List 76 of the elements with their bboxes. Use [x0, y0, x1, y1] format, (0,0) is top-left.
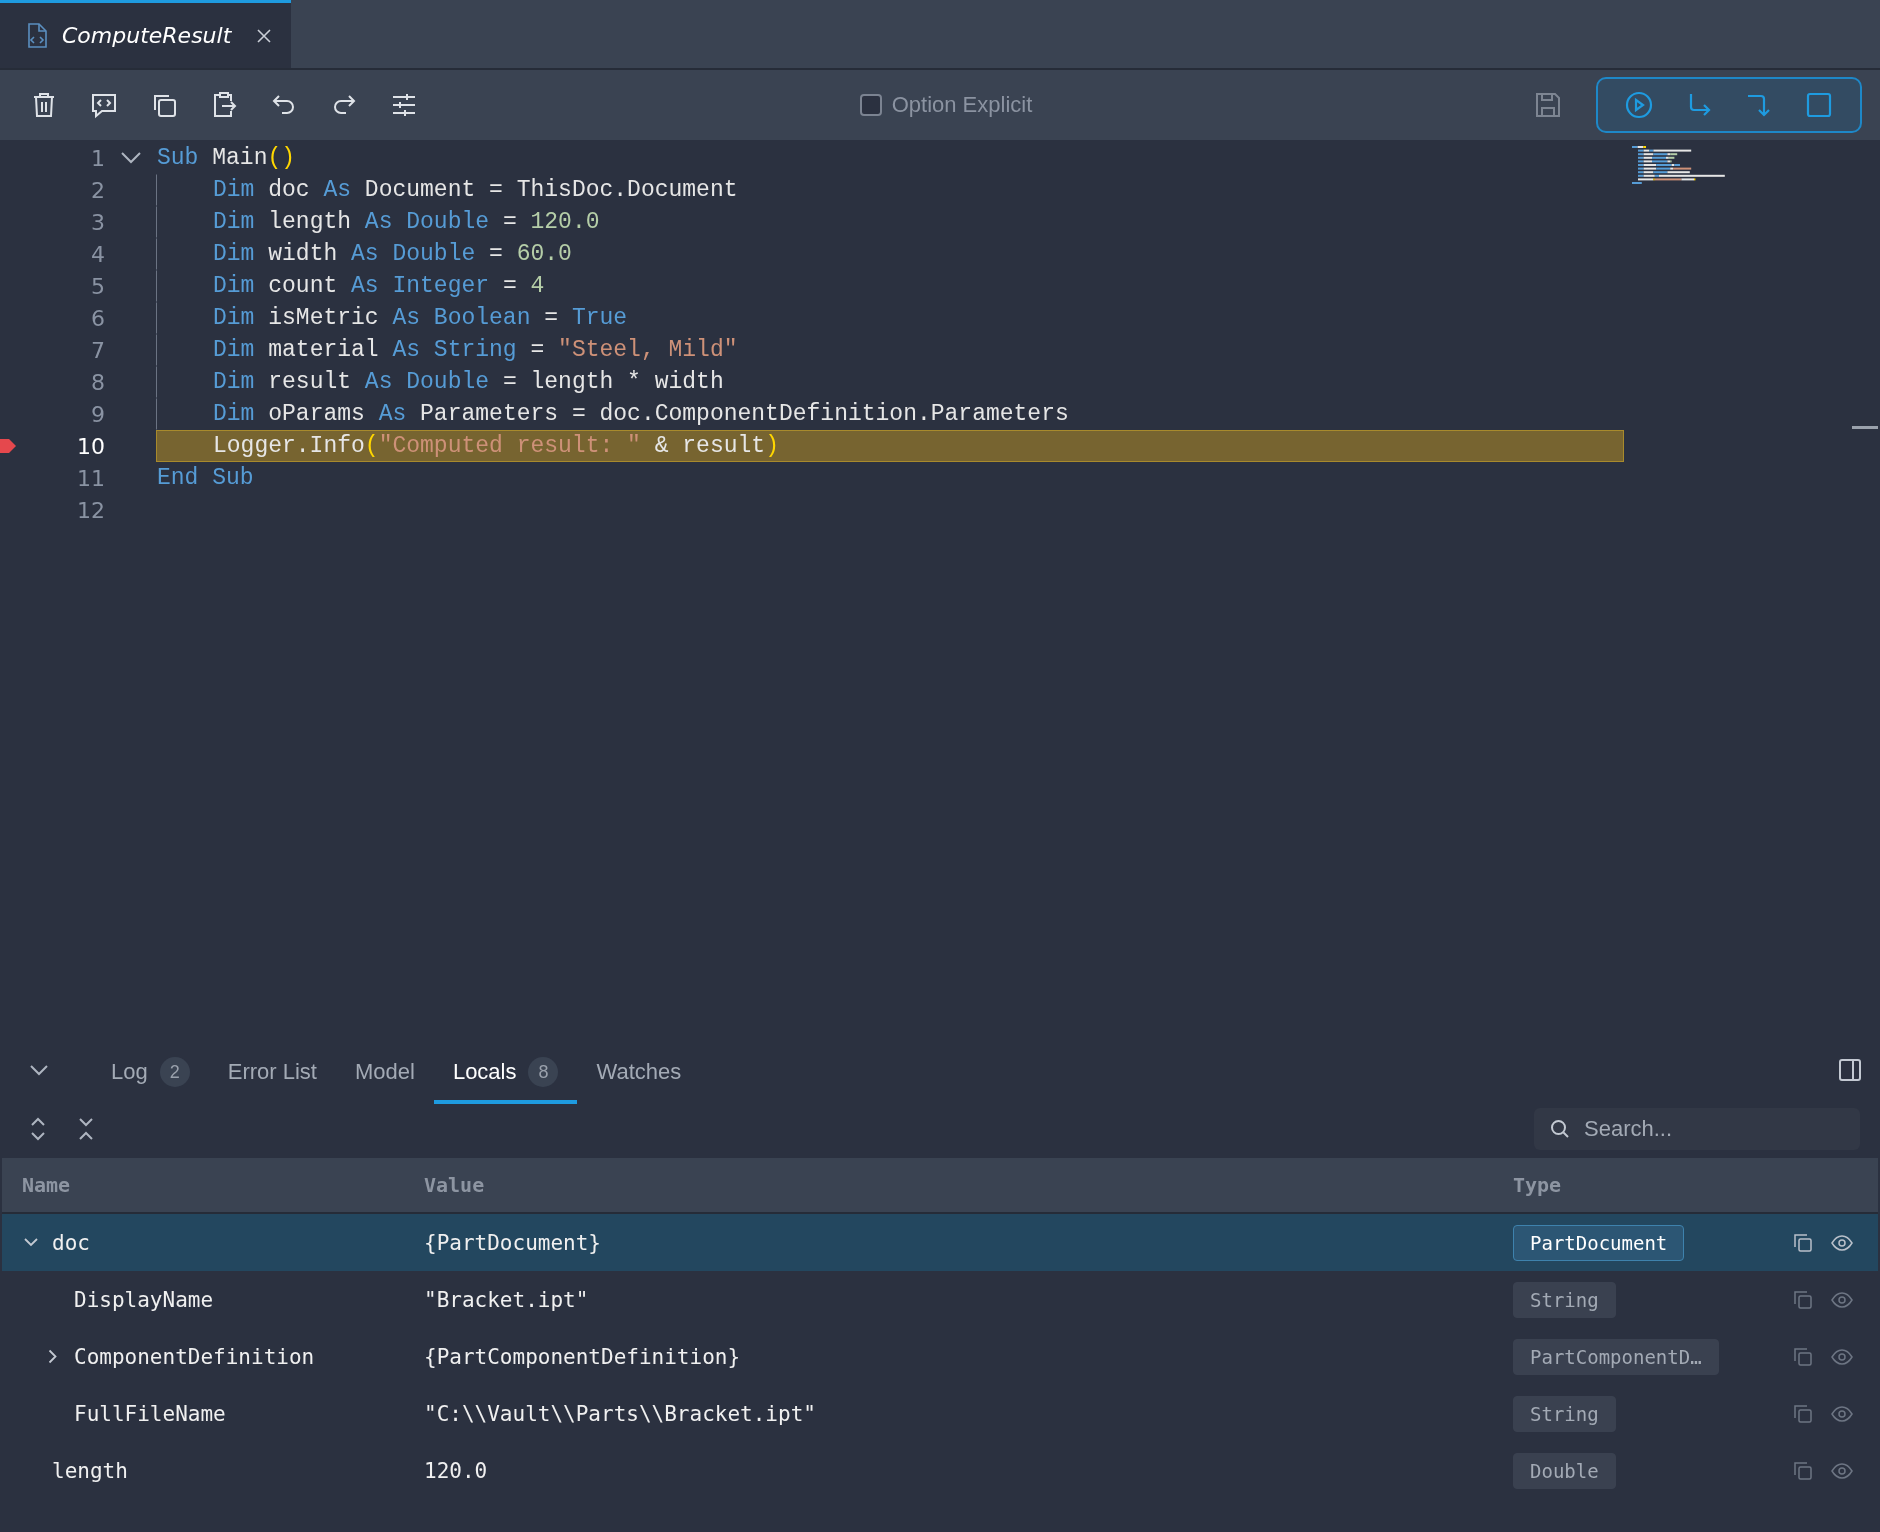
- code-line: Dim isMetric As Boolean = True: [156, 302, 1624, 334]
- search-field[interactable]: Search...: [1534, 1108, 1860, 1150]
- panel-tab[interactable]: Log 2: [92, 1044, 209, 1104]
- checkbox-label: Option Explicit: [891, 92, 1033, 118]
- line-number: 7: [90, 337, 105, 363]
- line-number: 1: [90, 145, 105, 171]
- line-number: 8: [90, 369, 105, 395]
- eye-icon[interactable]: [1831, 1291, 1853, 1308]
- table-row[interactable]: FullFileName "C:\\Vault\\Parts\\Bracket.ipt" String: [2, 1385, 1878, 1442]
- line-number: 9: [90, 401, 105, 427]
- variable-value: 120.0: [424, 1458, 488, 1483]
- line-number: 4: [90, 241, 105, 267]
- collapse-chevron-icon[interactable]: [30, 1064, 48, 1076]
- code-line: Sub Main(): [156, 144, 297, 173]
- checkbox[interactable]: [859, 94, 882, 116]
- type-tag: Double: [1513, 1452, 1616, 1489]
- eye-icon[interactable]: [1831, 1348, 1853, 1365]
- code-line: Dim width As Double = 60.0: [156, 238, 1624, 270]
- variable-value: "C:\\Vault\\Parts\\Bracket.ipt": [424, 1401, 816, 1426]
- run-icon[interactable]: [1625, 91, 1653, 119]
- document-tab[interactable]: ComputeResult: [0, 0, 292, 68]
- panel-tab[interactable]: Error List: [208, 1044, 336, 1104]
- type-tag: String: [1513, 1395, 1616, 1432]
- code-file-icon: [26, 22, 48, 49]
- column-header: Name: [21, 1173, 72, 1197]
- line-number: 11: [76, 465, 105, 491]
- eye-icon[interactable]: [1831, 1234, 1853, 1251]
- code-line: Dim material As String = "Steel, Mild": [156, 334, 1624, 366]
- eye-icon[interactable]: [1831, 1405, 1853, 1422]
- table-row[interactable]: length 120.0 Double: [2, 1442, 1878, 1499]
- panel-tab[interactable]: Model: [335, 1044, 434, 1104]
- variable-name: doc: [52, 1230, 90, 1255]
- panel-tab[interactable]: Watches: [577, 1044, 701, 1104]
- sliders-icon[interactable]: [390, 91, 418, 119]
- code-line: Dim result As Double = length * width: [156, 366, 1624, 398]
- line-number: 10: [76, 433, 105, 459]
- type-tag: PartComponentD…: [1513, 1338, 1719, 1375]
- fold-chevron-icon[interactable]: [120, 152, 141, 164]
- code-line: End Sub: [156, 464, 255, 493]
- code-comment-icon[interactable]: [90, 91, 118, 119]
- close-icon[interactable]: [257, 28, 272, 43]
- variable-name: FullFileName: [74, 1401, 226, 1426]
- panel-layout-icon[interactable]: [1838, 1058, 1862, 1082]
- expand-chevron-icon[interactable]: [24, 1238, 38, 1247]
- table-row[interactable]: DisplayName "Bracket.ipt" String: [2, 1271, 1878, 1328]
- expand-all-icon[interactable]: [30, 1117, 46, 1141]
- table-row[interactable]: doc {PartDocument} PartDocument: [2, 1214, 1878, 1271]
- column-header: Type: [1513, 1173, 1563, 1197]
- breakpoint-marker[interactable]: [0, 439, 16, 453]
- panel-tab[interactable]: Locals 8: [433, 1044, 578, 1104]
- variable-name: length: [52, 1458, 128, 1483]
- variable-value: {PartComponentDefinition}: [424, 1344, 741, 1369]
- expand-chevron-icon[interactable]: [48, 1349, 58, 1364]
- line-number: 3: [90, 209, 105, 235]
- collapse-all-icon[interactable]: [78, 1117, 94, 1141]
- save-icon[interactable]: [1534, 91, 1562, 119]
- scrollbar-marker: [1852, 426, 1878, 429]
- variable-value: {PartDocument}: [424, 1230, 601, 1255]
- line-number: 6: [90, 305, 105, 331]
- stop-icon[interactable]: [1805, 91, 1833, 119]
- type-tag: String: [1513, 1281, 1616, 1318]
- variable-name: ComponentDefinition: [74, 1344, 315, 1369]
- variable-name: DisplayName: [74, 1287, 214, 1312]
- table-row[interactable]: ComponentDefinition {PartComponentDefinition} PartComponentD…: [2, 1328, 1878, 1385]
- code-line: Dim count As Integer = 4: [156, 270, 1624, 302]
- variable-value: "Bracket.ipt": [424, 1287, 589, 1312]
- code-line: Dim length As Double = 120.0: [156, 206, 1624, 238]
- column-header: Value: [424, 1173, 486, 1197]
- type-tag: PartDocument: [1513, 1224, 1685, 1261]
- copy-icon[interactable]: [1793, 1232, 1813, 1253]
- line-number: 5: [90, 273, 105, 299]
- code-line: Dim doc As Document = ThisDoc.Document: [156, 174, 1624, 206]
- line-number: 12: [76, 497, 105, 523]
- search-icon: [1550, 1119, 1570, 1139]
- line-number: 2: [90, 177, 105, 203]
- eye-icon[interactable]: [1831, 1462, 1853, 1479]
